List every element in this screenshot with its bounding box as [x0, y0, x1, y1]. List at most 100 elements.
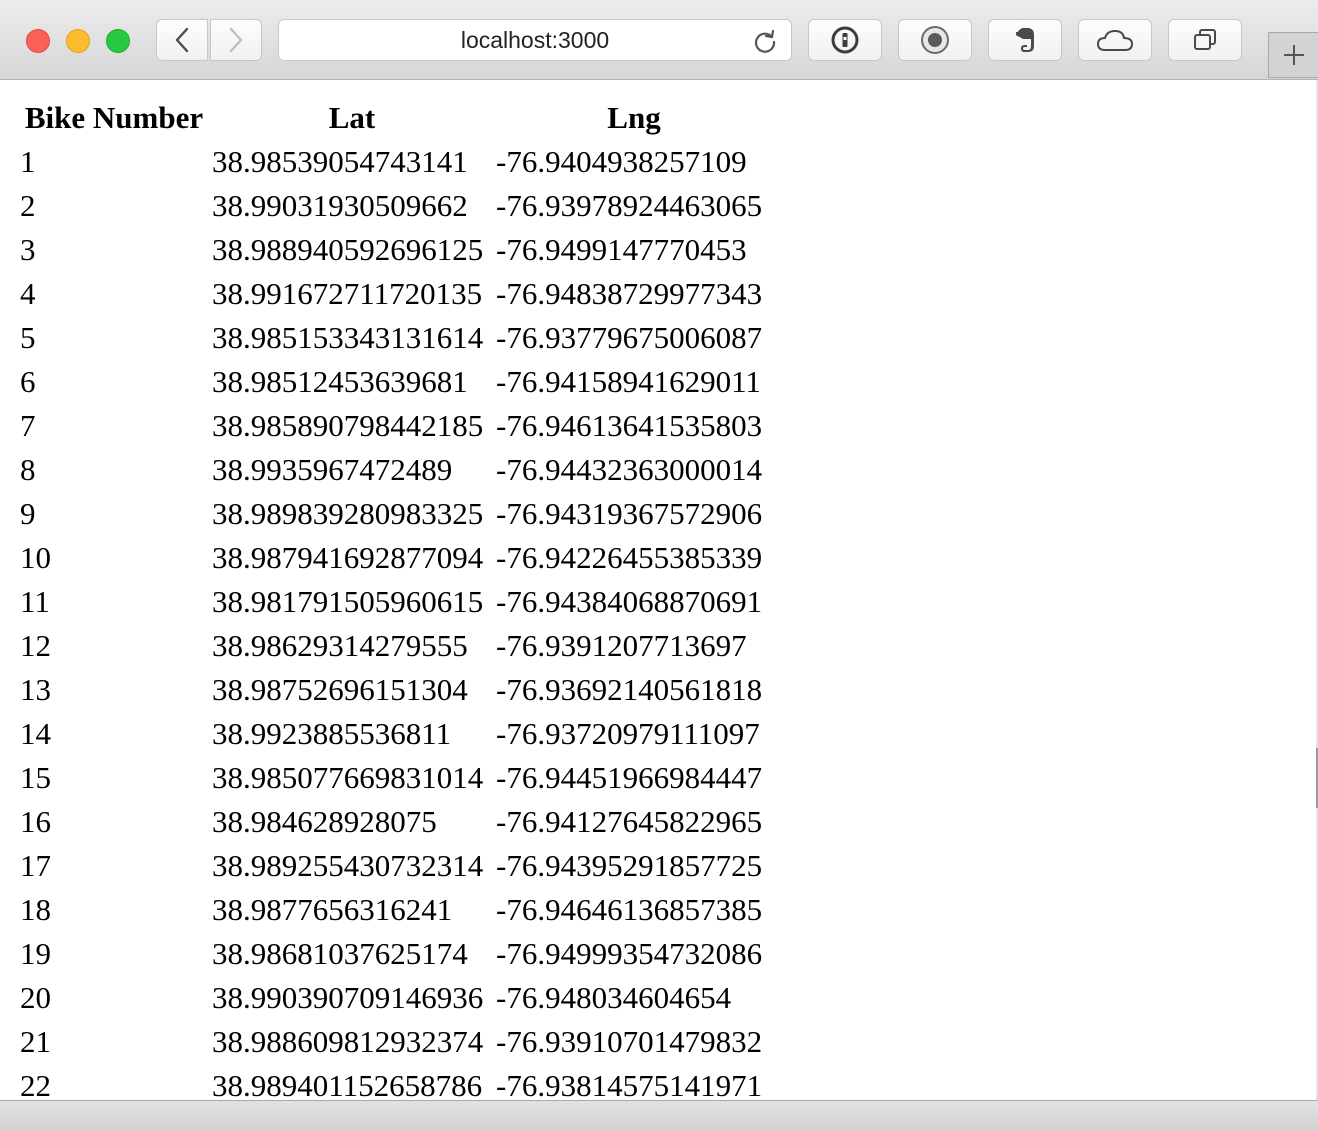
cell-lat: 38.98539054743141 — [212, 144, 468, 179]
cell-lat: 38.989401152658786 — [212, 1068, 483, 1100]
chevron-right-icon — [229, 27, 243, 53]
table-row: 14 38.9923885536811 -76.93720979111097 — [20, 712, 772, 756]
cell-lng: -76.93720979111097 — [496, 716, 760, 751]
cell-lng: -76.94646136857385 — [496, 892, 763, 927]
table-row: 13 38.98752696151304 -76.93692140561818 — [20, 668, 772, 712]
cell-lng: -76.94432363000014 — [496, 452, 763, 487]
table-row: 10 38.987941692877094 -76.94226455385339 — [20, 536, 772, 580]
1password-icon — [831, 26, 859, 54]
cell-lat: 38.9935967472489 — [212, 452, 453, 487]
table-row: 12 38.98629314279555 -76.9391207713697 — [20, 624, 772, 668]
cell-bike-number: 13 — [20, 672, 51, 707]
cell-bike-number: 19 — [20, 936, 51, 971]
table-row: 15 38.985077669831014 -76.94451966984447 — [20, 756, 772, 800]
cell-lng: -76.9391207713697 — [496, 628, 747, 663]
cell-lat: 38.98681037625174 — [212, 936, 468, 971]
cloud-button[interactable] — [1078, 19, 1152, 61]
header-bike-number: Bike Number — [24, 100, 204, 135]
new-tab-button[interactable] — [1268, 32, 1318, 78]
cell-lat: 38.98629314279555 — [212, 628, 468, 663]
cell-bike-number: 8 — [20, 452, 36, 487]
evernote-button[interactable] — [988, 19, 1062, 61]
chevron-left-icon — [175, 27, 189, 53]
cell-lat: 38.985077669831014 — [212, 760, 484, 795]
record-icon — [921, 26, 949, 54]
cell-bike-number: 16 — [20, 804, 51, 839]
cell-bike-number: 20 — [20, 980, 51, 1015]
table-row: 4 38.991672711720135 -76.94838729977343 — [20, 272, 772, 316]
cell-lng: -76.94395291857725 — [496, 848, 763, 883]
table-row: 16 38.984628928075 -76.94127645822965 — [20, 800, 772, 844]
browser-toolbar: localhost:3000 — [0, 0, 1318, 80]
cell-lng: -76.93814575141971 — [496, 1068, 763, 1100]
cell-lat: 38.991672711720135 — [212, 276, 483, 311]
cell-bike-number: 1 — [20, 144, 36, 179]
cell-lng: -76.94226455385339 — [496, 540, 763, 575]
cell-bike-number: 18 — [20, 892, 51, 927]
table-header-row: Bike Number Lat Lng — [20, 96, 772, 140]
table-row: 20 38.990390709146936 -76.948034604654 — [20, 976, 772, 1020]
cell-bike-number: 11 — [20, 584, 50, 619]
table-row: 3 38.988940592696125 -76.9499147770453 — [20, 228, 772, 272]
cell-lat: 38.9923885536811 — [212, 716, 452, 751]
cell-lng: -76.9404938257109 — [496, 144, 747, 179]
cell-bike-number: 5 — [20, 320, 36, 355]
evernote-icon — [1016, 28, 1034, 52]
table-row: 17 38.989255430732314 -76.94395291857725 — [20, 844, 772, 888]
back-button[interactable] — [156, 19, 208, 61]
header-lng: Lng — [607, 100, 661, 135]
cell-bike-number: 15 — [20, 760, 51, 795]
address-bar[interactable]: localhost:3000 — [278, 19, 792, 61]
table-row: 8 38.9935967472489 -76.94432363000014 — [20, 448, 772, 492]
table-row: 6 38.98512453639681 -76.94158941629011 — [20, 360, 772, 404]
page-content: Bike Number Lat Lng 1 38.98539054743141 -7… — [0, 80, 1316, 1100]
cloud-icon — [1096, 29, 1134, 51]
status-bar — [0, 1100, 1318, 1130]
table-row: 18 38.9877656316241 -76.94646136857385 — [20, 888, 772, 932]
header-lat: Lat — [328, 100, 376, 135]
cell-lng: -76.94127645822965 — [496, 804, 763, 839]
minimize-button[interactable] — [66, 29, 90, 53]
record-button[interactable] — [898, 19, 972, 61]
cell-lat: 38.988940592696125 — [212, 232, 484, 267]
zoom-button[interactable] — [106, 29, 130, 53]
table-row: 2 38.99031930509662 -76.93978924463065 — [20, 184, 772, 228]
cell-bike-number: 10 — [20, 540, 51, 575]
bike-table: Bike Number Lat Lng 1 38.98539054743141 -7… — [16, 96, 776, 1100]
cell-lat: 38.985890798442185 — [212, 408, 484, 443]
cell-bike-number: 17 — [20, 848, 51, 883]
cell-lng: -76.93910701479832 — [496, 1024, 763, 1059]
table-row: 7 38.985890798442185 -76.94613641535803 — [20, 404, 772, 448]
cell-lat: 38.99031930509662 — [212, 188, 468, 223]
cell-lat: 38.989839280983325 — [212, 496, 484, 531]
cell-lat: 38.990390709146936 — [212, 980, 484, 1015]
cell-lng: -76.948034604654 — [496, 980, 732, 1015]
cell-lng: -76.93978924463065 — [496, 188, 763, 223]
cell-lng: -76.94613641535803 — [496, 408, 763, 443]
cell-bike-number: 3 — [20, 232, 36, 267]
cell-lng: -76.94999354732086 — [496, 936, 763, 971]
cell-lng: -76.94319367572906 — [496, 496, 763, 531]
cell-lat: 38.981791505960615 — [212, 584, 484, 619]
cell-bike-number: 14 — [20, 716, 51, 751]
table-row: 19 38.98681037625174 -76.94999354732086 — [20, 932, 772, 976]
cell-bike-number: 12 — [20, 628, 51, 663]
1password-button[interactable] — [808, 19, 882, 61]
url-text[interactable]: localhost:3000 — [279, 20, 791, 60]
cell-lng: -76.94451966984447 — [496, 760, 763, 795]
table-row: 9 38.989839280983325 -76.94319367572906 — [20, 492, 772, 536]
reload-icon[interactable] — [751, 27, 779, 55]
cell-bike-number: 6 — [20, 364, 36, 399]
cell-lat: 38.988609812932374 — [212, 1024, 484, 1059]
browser-window: localhost:3000 Bike Number Lat Lng 1 38.… — [0, 0, 1318, 1130]
cell-lng: -76.94384068870691 — [496, 584, 763, 619]
cell-bike-number: 4 — [20, 276, 36, 311]
tab-overview-button[interactable] — [1168, 19, 1242, 61]
cell-lng: -76.94158941629011 — [496, 364, 761, 399]
cell-lat: 38.985153343131614 — [212, 320, 484, 355]
close-button[interactable] — [26, 29, 50, 53]
cell-bike-number: 22 — [20, 1068, 51, 1100]
cell-lng: -76.93692140561818 — [496, 672, 763, 707]
forward-button[interactable] — [210, 19, 262, 61]
table-row: 11 38.981791505960615 -76.94384068870691 — [20, 580, 772, 624]
